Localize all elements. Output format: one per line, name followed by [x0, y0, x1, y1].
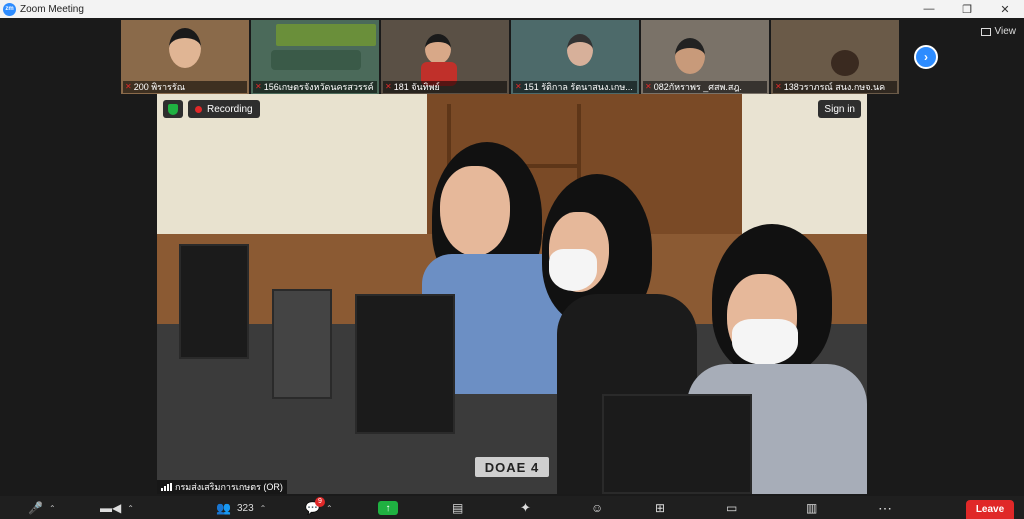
recording-label: Recording — [207, 103, 253, 115]
participant-avatar — [567, 34, 593, 66]
more-icon: ⋯ — [878, 499, 892, 516]
participant-name: 156เกษตรจังหวัดนครสวรรค์ — [263, 82, 374, 92]
next-page-button[interactable]: › — [914, 45, 938, 69]
reactions-button[interactable]: ☺ — [591, 499, 603, 517]
participant-name: 200 พิรารรัณ — [133, 82, 186, 92]
video-camera-icon: ▬◀ — [100, 501, 122, 515]
recording-indicator[interactable]: Recording — [188, 100, 260, 118]
participant-name: 138วราภรณ์ สนง.กษจ.นค — [783, 82, 886, 92]
apps-icon: ⊞ — [655, 501, 666, 515]
participant-name: 082กัหราพร _ศสพ.สฎ. — [653, 82, 742, 92]
video-control[interactable]: ▬◀ ⌃ — [100, 499, 134, 517]
participant-avatar — [271, 50, 361, 70]
desk-monitor — [602, 394, 752, 494]
participant-avatar — [831, 50, 859, 76]
mic-muted-icon: ✕ — [385, 82, 392, 91]
notes-icon: ▤ — [452, 501, 464, 515]
active-speaker-label: กรมส่งเสริมการเกษตร (OR) — [157, 480, 287, 494]
participant-avatar — [675, 38, 705, 74]
desk-monitor — [179, 244, 249, 359]
whiteboard-button[interactable]: ▭ — [726, 499, 737, 517]
mute-control[interactable]: 🎤 ⌃ — [28, 499, 56, 517]
chevron-up-icon[interactable]: ⌃ — [127, 504, 134, 513]
participants-icon: 👥 — [216, 501, 231, 515]
more-button[interactable]: ⋯ — [878, 499, 892, 517]
banner-image — [276, 24, 376, 46]
close-button[interactable]: ✕ — [986, 0, 1024, 18]
speaker-name: กรมส่งเสริมการเกษตร (OR) — [175, 482, 283, 492]
security-shield-icon[interactable] — [163, 100, 183, 118]
leave-button[interactable]: Leave — [966, 500, 1014, 519]
recording-dot-icon — [195, 105, 202, 113]
participant-avatar — [169, 28, 201, 68]
mic-muted-icon: ✕ — [645, 82, 652, 91]
ai-companion-button[interactable]: ✦ — [520, 499, 531, 517]
desk-monitor — [272, 289, 332, 399]
view-label: View — [994, 26, 1017, 37]
participant-tile[interactable]: ✕ 151 รัติกาล รัตนาสนง.เกษ... — [511, 20, 639, 94]
sparkle-icon: ✦ — [520, 500, 531, 515]
meeting-stage: ✕ 200 พิรารรัณ ✕ 156เกษตรจังหวัดนครสวรรค์ … — [0, 18, 1024, 496]
view-button[interactable]: View — [980, 26, 1017, 37]
mic-muted-icon: ✕ — [255, 82, 262, 91]
participant-tile[interactable]: ✕ 082กัหราพร _ศสพ.สฎ. — [641, 20, 769, 94]
title-bar: zm Zoom Meeting — ❐ ✕ — [0, 0, 1024, 18]
participant-strip: ✕ 200 พิรารรัณ ✕ 156เกษตรจังหวัดนครสวรรค์ … — [121, 20, 899, 94]
chat-control[interactable]: 💬 9 ⌃ — [305, 497, 333, 517]
grid-icon — [980, 27, 991, 36]
chat-badge: 9 — [315, 497, 325, 507]
participant-count: 323 — [236, 502, 254, 514]
chevron-up-icon[interactable]: ⌃ — [260, 504, 267, 513]
sign-in-button[interactable]: Sign in — [818, 100, 861, 118]
signal-icon — [161, 483, 172, 491]
participant-name: 181 จันทิพย์ — [393, 82, 440, 92]
whiteboard-icon: ▭ — [726, 501, 738, 515]
emoji-icon: ☺ — [591, 501, 604, 515]
participant-name: 151 รัติกาล รัตนาสนง.เกษ... — [523, 82, 633, 92]
meeting-toolbar: 🎤 ⌃ ▬◀ ⌃ 👥 323 ⌃ 💬 9 ⌃ ↑ ▤ ✦ ☺ ⊞ ▭ ▥ ⋯ L… — [0, 496, 1024, 519]
docs-button[interactable]: ▥ — [806, 499, 817, 517]
chevron-up-icon[interactable]: ⌃ — [49, 504, 56, 513]
zoom-logo-icon: zm — [3, 2, 16, 16]
minimize-button[interactable]: — — [910, 0, 948, 18]
main-video: Recording Sign in DOAE 4 กรมส่งเสริมการเ… — [157, 94, 867, 494]
participant-tile[interactable]: ✕ 181 จันทิพย์ — [381, 20, 509, 94]
mic-muted-icon: ✕ — [775, 82, 782, 91]
window-controls: — ❐ ✕ — [910, 0, 1024, 18]
name-plate: DOAE 4 — [475, 457, 549, 477]
participant-tile[interactable]: ✕ 156เกษตรจังหวัดนครสวรรค์ — [251, 20, 379, 94]
desk-monitor — [355, 294, 455, 434]
share-screen-icon: ↑ — [378, 501, 398, 515]
mic-muted-icon: ✕ — [125, 82, 132, 91]
apps-button[interactable]: ⊞ — [655, 499, 665, 517]
window-title: Zoom Meeting — [20, 3, 84, 15]
restore-button[interactable]: ❐ — [948, 0, 986, 18]
docs-icon: ▥ — [806, 501, 818, 515]
mic-muted-icon: ✕ — [515, 82, 522, 91]
participant-avatar — [425, 34, 451, 64]
mic-muted-icon: 🎤 — [28, 501, 43, 515]
share-screen-button[interactable]: ↑ — [378, 499, 398, 517]
participant-tile[interactable]: ✕ 200 พิรารรัณ — [121, 20, 249, 94]
chevron-up-icon[interactable]: ⌃ — [326, 504, 333, 513]
notes-button[interactable]: ▤ — [452, 499, 463, 517]
participants-control[interactable]: 👥 323 ⌃ — [216, 499, 266, 517]
participant-tile[interactable]: ✕ 138วราภรณ์ สนง.กษจ.นค — [771, 20, 899, 94]
